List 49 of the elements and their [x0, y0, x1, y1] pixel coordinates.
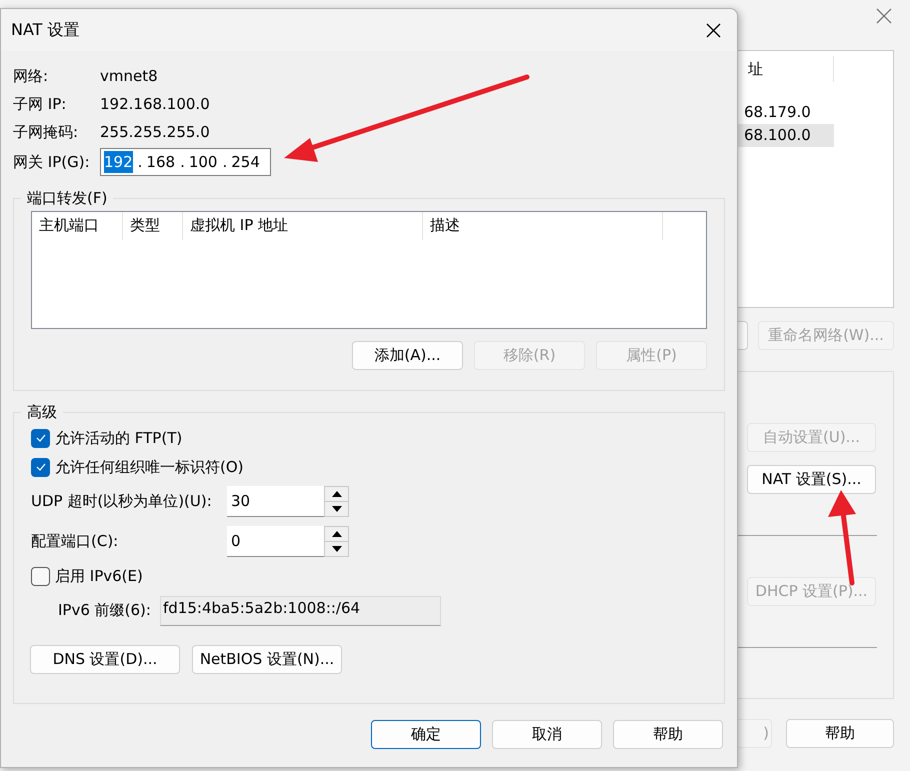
checkbox-label: 允许活动的 FTP(T)	[55, 428, 182, 449]
field-label: 子网 IP:	[13, 94, 68, 115]
field-label: 子网掩码:	[13, 122, 80, 143]
window-title: NAT 设置	[11, 19, 80, 41]
field-value: vmnet8	[100, 66, 158, 87]
button[interactable]: NetBIOS 设置(N)...	[192, 644, 342, 674]
caret-down-icon	[332, 546, 342, 552]
checkbox[interactable]	[31, 428, 50, 448]
ip-octet[interactable]: 100	[188, 150, 218, 174]
ip-octet[interactable]: 254	[231, 150, 260, 174]
checkmark-icon	[36, 463, 46, 471]
field-label: IPv6 前缀(6):	[58, 600, 152, 622]
settings-button[interactable]: NAT 设置(S)...	[747, 465, 876, 494]
column-header: 描述	[423, 212, 663, 240]
column-header: 主机端口	[32, 212, 123, 240]
button[interactable]: 帮助	[613, 720, 723, 749]
ip-octet[interactable]: 168	[146, 150, 176, 174]
button[interactable]: 确定	[371, 720, 481, 749]
field-label: 配置端口(C):	[31, 531, 120, 552]
group-title: 端口转发(F)	[26, 188, 108, 209]
close-icon[interactable]	[706, 22, 721, 38]
button[interactable]: DNS 设置(D)...	[30, 644, 180, 674]
dot-separator: .	[222, 152, 228, 173]
group-title: 高级	[26, 402, 58, 423]
field-value: 255.255.255.0	[100, 122, 210, 143]
field-label: UDP 超时(以秒为单位)(U):	[31, 491, 213, 512]
field-label: 网关 IP(G):	[13, 152, 91, 173]
list-row[interactable]: 68.179.0	[734, 101, 834, 124]
button[interactable]: 取消	[492, 720, 602, 749]
caret-up-icon	[332, 531, 342, 537]
dot-separator: .	[180, 152, 185, 173]
field-value: 192.168.100.0	[100, 94, 210, 115]
number-field[interactable]: 30	[227, 486, 324, 517]
dot-separator: .	[138, 152, 142, 173]
checkbox-label: 允许任何组织唯一标识符(O)	[55, 456, 244, 478]
checkbox-label: 启用 IPv6(E)	[55, 566, 143, 587]
caret-up-icon	[332, 491, 342, 497]
checkmark-icon	[36, 434, 46, 442]
button[interactable]: 添加(A)...	[352, 340, 463, 370]
field-label: 网络:	[13, 66, 50, 87]
number-field[interactable]: 0	[227, 526, 324, 557]
ip-octet[interactable]: 192	[104, 150, 133, 174]
button[interactable]: 帮助	[786, 719, 894, 748]
column-header: 虚拟机 IP 地址	[183, 212, 423, 240]
checkbox[interactable]	[31, 458, 50, 476]
ip-address-field[interactable]: 192 . 168 . 100 . 254	[100, 148, 271, 176]
caret-down-icon	[332, 506, 342, 512]
checkbox[interactable]	[31, 566, 50, 586]
column-header: 类型	[123, 212, 183, 240]
